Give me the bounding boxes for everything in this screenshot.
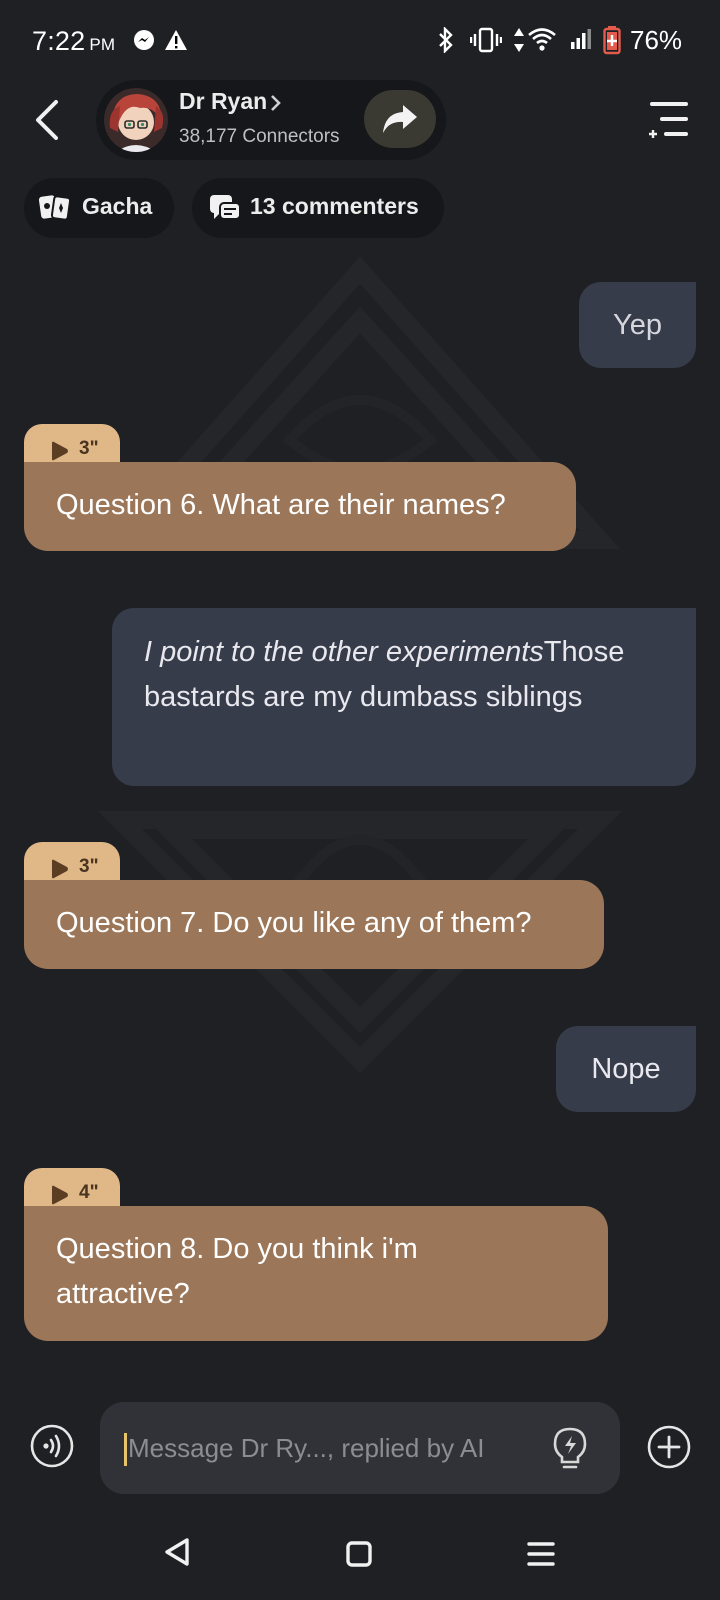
message-text: Question 8. Do you think i'm attractive? bbox=[56, 1233, 418, 1310]
action-text: I point to the other experiments bbox=[144, 636, 544, 668]
add-icon[interactable] bbox=[646, 1424, 692, 1470]
battery-icon bbox=[603, 26, 621, 55]
play-icon bbox=[52, 859, 68, 879]
character-name: Dr Ryan bbox=[179, 88, 268, 114]
voice-duration: 4" bbox=[79, 1182, 99, 1203]
chevron-right-icon bbox=[271, 95, 281, 111]
voice-duration: 3" bbox=[79, 856, 99, 877]
message-input[interactable]: Message Dr Ry..., replied by AI bbox=[100, 1402, 620, 1494]
comments-icon bbox=[210, 195, 241, 220]
message-text: Nope bbox=[591, 1053, 661, 1085]
commenters-label: 13 commenters bbox=[250, 193, 419, 219]
alert-icon bbox=[165, 30, 187, 50]
character-profile-pill[interactable]: Dr Ryan 38,177 Connectors bbox=[96, 80, 446, 160]
user-message[interactable]: I point to the other experimentsThose ba… bbox=[112, 608, 696, 786]
bot-message[interactable]: Question 6. What are their names? bbox=[24, 462, 576, 551]
back-arrow-icon[interactable] bbox=[32, 98, 64, 142]
message-text: Yep bbox=[613, 309, 662, 341]
gacha-label: Gacha bbox=[82, 193, 153, 219]
share-arrow-icon bbox=[383, 105, 417, 133]
status-time: 7:22 PM bbox=[32, 26, 116, 56]
message-text: Question 6. What are their names? bbox=[56, 489, 506, 521]
message-placeholder: Message Dr Ry..., replied by AI bbox=[128, 1433, 485, 1463]
bluetooth-icon bbox=[439, 27, 453, 53]
play-icon bbox=[52, 1185, 68, 1205]
user-message[interactable]: Yep bbox=[579, 282, 696, 368]
voice-duration: 3" bbox=[79, 438, 99, 459]
bot-message[interactable]: Question 7. Do you like any of them? bbox=[24, 880, 604, 969]
wifi-icon bbox=[528, 28, 556, 51]
voice-mode-icon[interactable] bbox=[30, 1424, 74, 1468]
messenger-icon bbox=[134, 30, 154, 50]
nav-back-icon[interactable] bbox=[162, 1536, 192, 1568]
data-arrows-icon bbox=[514, 28, 524, 52]
text-caret bbox=[124, 1433, 127, 1466]
lightbulb-icon[interactable] bbox=[550, 1426, 590, 1472]
chat-menu-icon[interactable] bbox=[646, 96, 694, 144]
signal-icon bbox=[571, 29, 591, 49]
bot-message[interactable]: Question 8. Do you think i'm attractive? bbox=[24, 1206, 608, 1341]
share-button[interactable] bbox=[364, 90, 436, 148]
battery-level: 76% bbox=[630, 25, 683, 55]
gacha-chip[interactable]: Gacha bbox=[24, 178, 174, 238]
commenters-chip[interactable]: 13 commenters bbox=[192, 178, 444, 238]
connectors-count: 38,177 Connectors bbox=[179, 126, 340, 147]
status-bar: 7:22 PM 76% bbox=[0, 0, 720, 80]
nav-home-icon[interactable] bbox=[345, 1540, 373, 1568]
avatar bbox=[104, 88, 168, 152]
user-message[interactable]: Nope bbox=[556, 1026, 696, 1112]
message-text: Question 7. Do you like any of them? bbox=[56, 907, 532, 939]
cards-icon bbox=[38, 195, 72, 221]
vibrate-icon bbox=[470, 27, 502, 53]
nav-menu-icon[interactable] bbox=[526, 1540, 556, 1568]
play-icon bbox=[52, 441, 68, 461]
